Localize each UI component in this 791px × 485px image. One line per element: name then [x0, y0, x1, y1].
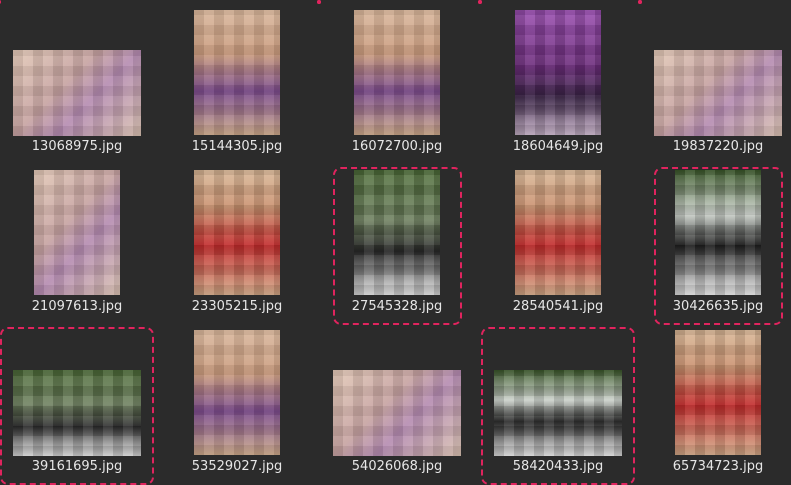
file-name-label: 65734723.jpg	[672, 459, 764, 474]
file-item[interactable]: 53529027.jpg	[157, 0, 317, 483]
selection-outline	[0, 327, 154, 485]
file-item-selected[interactable]: 39161695.jpg	[0, 0, 157, 485]
file-name-label: 54026068.jpg	[351, 459, 443, 474]
image-thumbnail[interactable]	[675, 330, 761, 455]
file-name-label: 53529027.jpg	[191, 459, 283, 474]
image-thumbnail[interactable]	[194, 330, 280, 455]
file-item[interactable]: 65734723.jpg	[638, 0, 791, 483]
selection-outline	[481, 327, 635, 485]
image-thumbnail[interactable]	[333, 370, 461, 456]
file-item[interactable]: 54026068.jpg	[317, 0, 477, 483]
file-item-selected[interactable]: 58420433.jpg	[478, 0, 638, 485]
file-grid: 13068975.jpg 15144305.jpg 16072700.jpg 1…	[0, 0, 791, 485]
